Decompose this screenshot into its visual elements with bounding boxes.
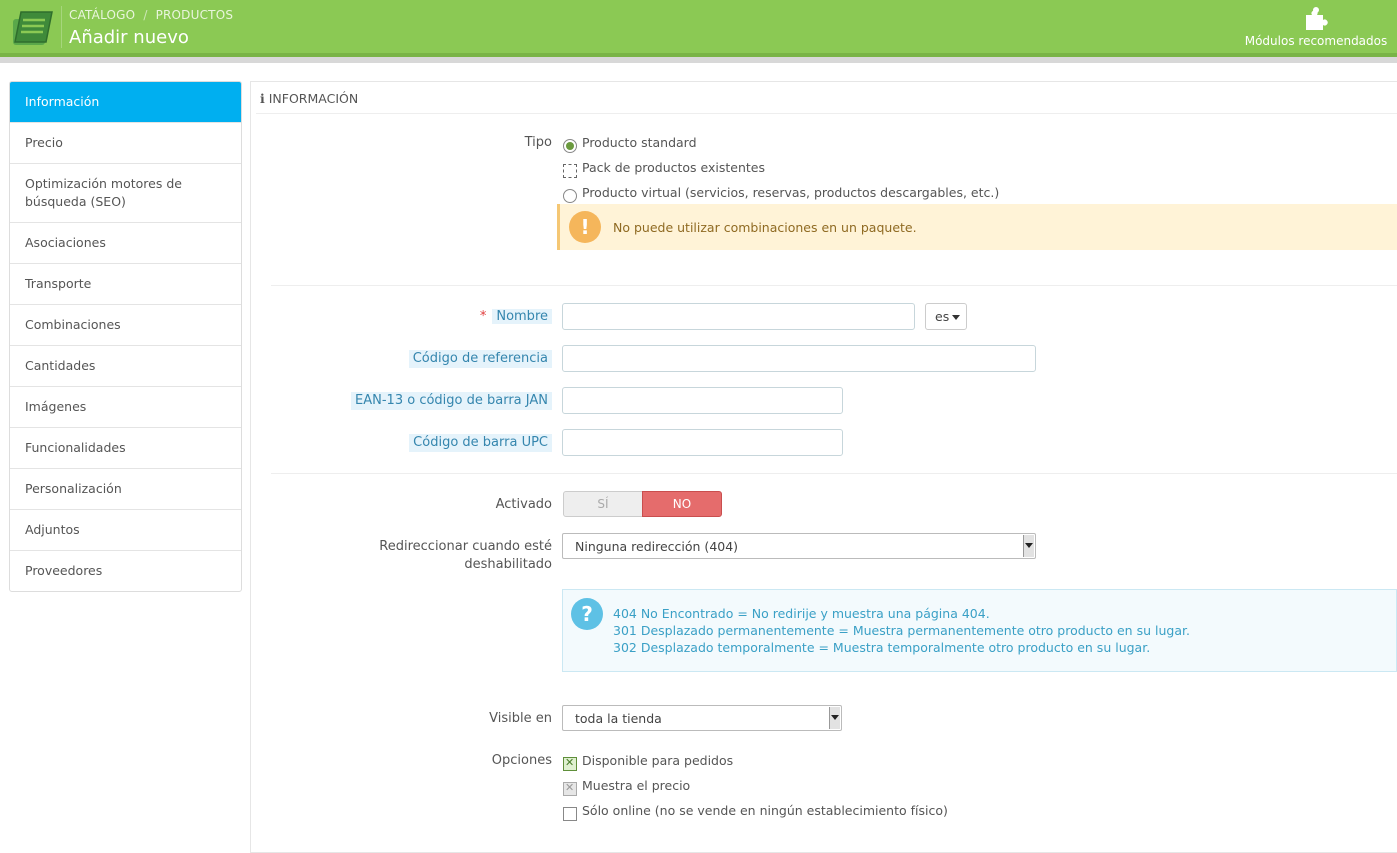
sidebar-item-transporte[interactable]: Transporte [10, 263, 241, 304]
redireccion-selected: Ninguna redirección (404) [575, 539, 739, 554]
ean-label: EAN-13 o código de barra JAN [351, 392, 552, 410]
chevron-down-icon [829, 707, 840, 729]
breadcrumb: CATÁLOGO / PRODUCTOS [69, 8, 233, 22]
checkbox-solo-online[interactable] [563, 807, 577, 821]
sidebar-item-funcionalidades[interactable]: Funcionalidades [10, 427, 241, 468]
breadcrumb-separator: / [143, 8, 148, 22]
info-icon: i [260, 91, 265, 106]
catalog-book-icon [13, 11, 53, 45]
referencia-input[interactable] [562, 345, 1036, 372]
radio-producto-virtual-label[interactable]: Producto virtual (servicios, reservas, p… [582, 185, 999, 200]
sidebar-item-seo[interactable]: Optimización motores de búsqueda (SEO) [10, 163, 241, 222]
recommended-modules-label: Módulos recomendados [1244, 34, 1388, 48]
header-separator [61, 6, 62, 48]
checkbox-disponible-pedidos-label[interactable]: Disponible para pedidos [582, 753, 733, 768]
visible-label: Visible en [489, 711, 552, 726]
sidebar-item-imagenes[interactable]: Imágenes [10, 386, 241, 427]
radio-pack-productos[interactable] [563, 164, 577, 178]
radio-producto-standard-label[interactable]: Producto standard [582, 135, 697, 150]
nombre-label: Nombre [492, 309, 552, 324]
upc-label: Código de barra UPC [409, 434, 552, 452]
required-mark: * [479, 309, 487, 324]
tipo-label: Tipo [524, 135, 552, 150]
section-divider [271, 285, 1397, 286]
radio-producto-standard[interactable] [563, 139, 577, 153]
checkbox-muestra-precio-label[interactable]: Muestra el precio [582, 778, 690, 793]
language-dropdown[interactable]: es [925, 303, 967, 330]
checkbox-solo-online-label[interactable]: Sólo online (no se vende en ningún estab… [582, 803, 948, 818]
activado-no-toggle[interactable]: NO [642, 491, 722, 517]
redirect-help-box: ? 404 No Encontrado = No redirije y mues… [562, 589, 1397, 672]
redireccion-label-line1: Redireccionar cuando esté [379, 539, 552, 554]
visible-selected: toda la tienda [575, 711, 662, 726]
chevron-down-icon [952, 315, 961, 320]
sidebar-item-personalizacion[interactable]: Personalización [10, 468, 241, 509]
activado-label: Activado [495, 497, 552, 512]
sidebar-item-cantidades[interactable]: Cantidades [10, 345, 241, 386]
help-line-301: 301 Desplazado permanentemente = Muestra… [613, 623, 1190, 638]
radio-producto-virtual[interactable] [563, 189, 577, 203]
help-line-302: 302 Desplazado temporalmente = Muestra t… [613, 640, 1151, 655]
redireccion-label-line2: deshabilitado [464, 557, 552, 572]
sidebar-item-combinaciones[interactable]: Combinaciones [10, 304, 241, 345]
panel-heading: i INFORMACIÓN [260, 91, 358, 106]
product-tabs-sidebar: Información Precio Optimización motores … [9, 81, 242, 592]
ean-input[interactable] [562, 387, 843, 414]
nombre-label-row: * Nombre [480, 308, 552, 326]
upc-input[interactable] [562, 429, 843, 456]
opciones-label: Opciones [491, 753, 552, 768]
help-line-404: 404 No Encontrado = No redirije y muestr… [613, 606, 990, 621]
pack-warning-alert: ! No puede utilizar combinaciones en un … [557, 204, 1397, 250]
panel-title: INFORMACIÓN [268, 91, 359, 106]
sidebar-item-adjuntos[interactable]: Adjuntos [10, 509, 241, 550]
recommended-modules-button[interactable]: Módulos recomendados [1241, 6, 1391, 48]
section-divider [271, 473, 1397, 474]
checkbox-disponible-pedidos[interactable] [563, 756, 577, 771]
chevron-down-icon [1023, 535, 1034, 557]
activado-yes-toggle[interactable]: SÍ [563, 491, 643, 517]
radio-pack-productos-label[interactable]: Pack de productos existentes [582, 160, 765, 175]
breadcrumb-productos[interactable]: PRODUCTOS [156, 8, 234, 22]
header-shadow [0, 57, 1397, 63]
question-icon: ? [571, 598, 603, 630]
pack-warning-text: No puede utilizar combinaciones en un pa… [613, 220, 917, 235]
language-code: es [935, 309, 950, 324]
panel-heading-divider [256, 113, 1397, 114]
sidebar-item-informacion[interactable]: Información [10, 82, 241, 122]
visible-select[interactable]: toda la tienda [562, 705, 842, 731]
referencia-label: Código de referencia [408, 350, 552, 368]
exclamation-icon: ! [569, 211, 601, 243]
nombre-input[interactable] [562, 303, 915, 330]
breadcrumb-catalogo[interactable]: CATÁLOGO [69, 8, 135, 22]
sidebar-item-precio[interactable]: Precio [10, 122, 241, 163]
page-title: Añadir nuevo [69, 27, 189, 48]
puzzle-icon [1306, 7, 1328, 30]
redireccion-select[interactable]: Ninguna redirección (404) [562, 533, 1036, 559]
sidebar-item-proveedores[interactable]: Proveedores [10, 550, 241, 591]
checkbox-muestra-precio[interactable] [563, 781, 577, 796]
sidebar-item-asociaciones[interactable]: Asociaciones [10, 222, 241, 263]
